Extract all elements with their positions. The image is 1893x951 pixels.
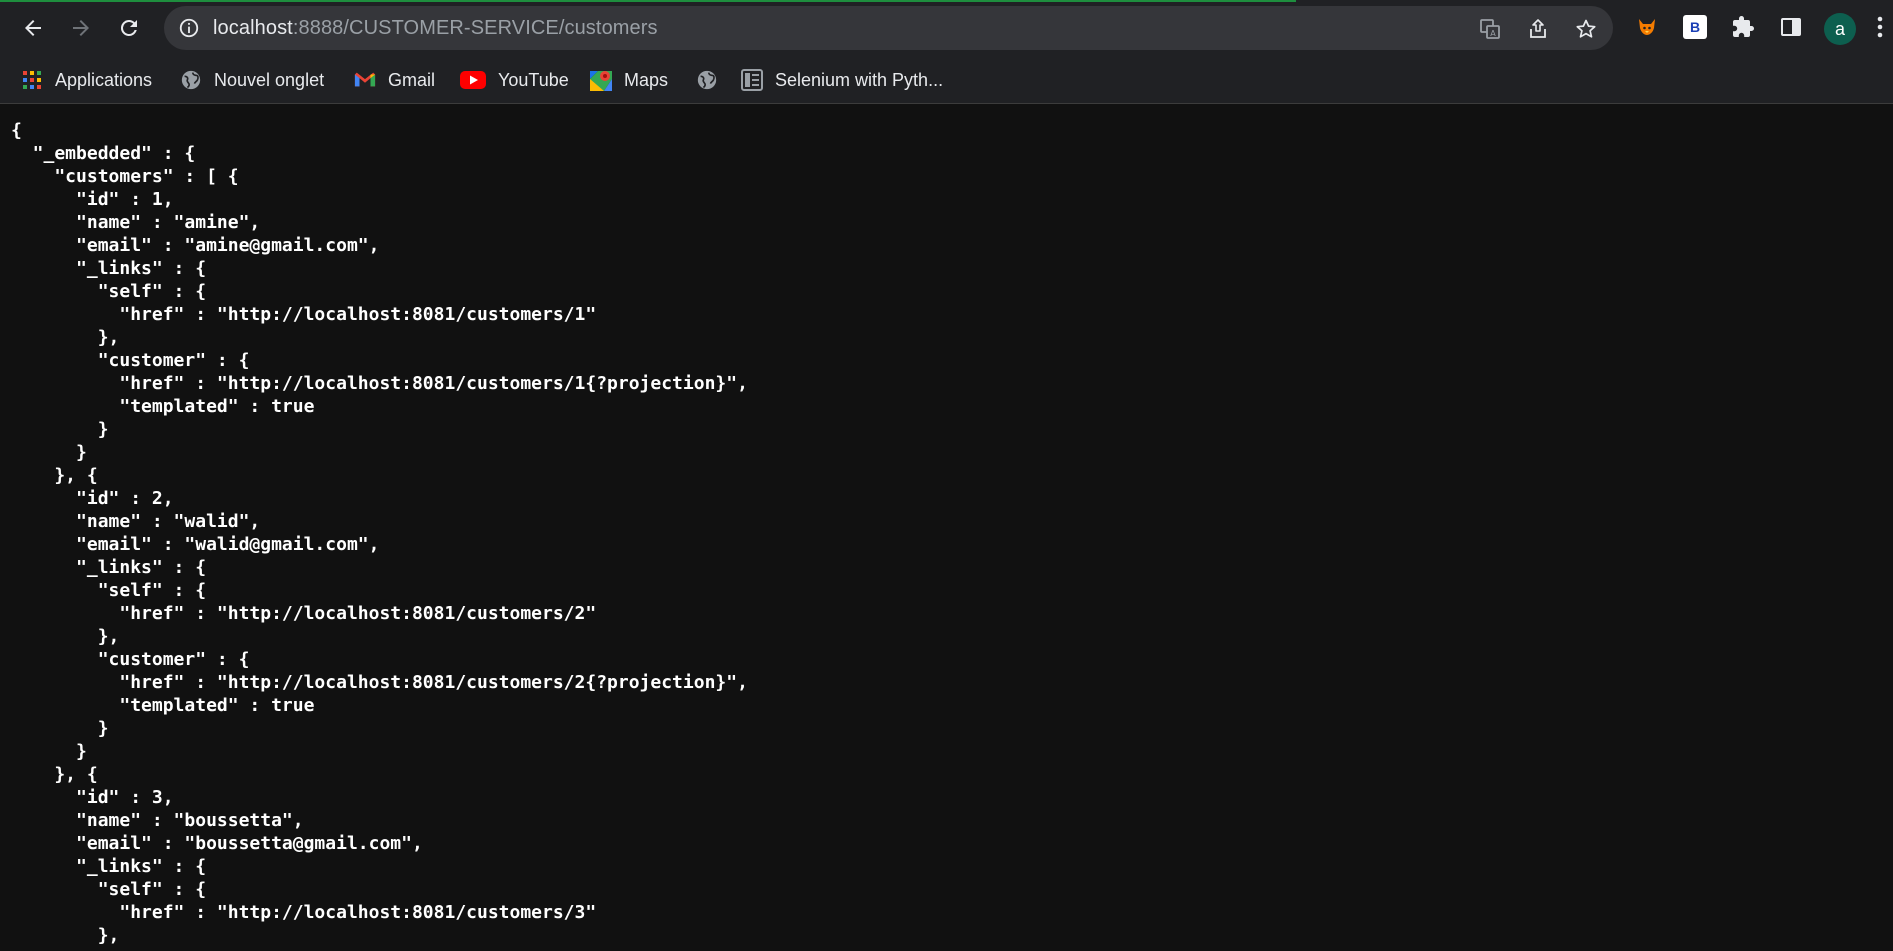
json-line: "email" : "boussetta@gmail.com", (11, 833, 423, 854)
json-line: }, (11, 925, 120, 946)
arrow-right-icon (73, 20, 89, 36)
bookmark-star-icon[interactable] (1572, 15, 1600, 43)
apps-grid-icon (21, 69, 43, 91)
json-line: } (11, 442, 87, 463)
globe-icon (696, 69, 718, 91)
json-line: "href" : "http://localhost:8081/customer… (11, 373, 748, 394)
json-line: "href" : "http://localhost:8081/customer… (11, 603, 597, 624)
json-line: "id" : 1, (11, 189, 174, 210)
b-extension-label: B (1683, 15, 1707, 39)
json-line: "_links" : { (11, 258, 207, 279)
bookmark-maps[interactable]: Maps (590, 65, 668, 95)
reload-button[interactable] (112, 9, 146, 47)
share-icon[interactable] (1524, 15, 1552, 43)
json-line: "id" : 2, (11, 488, 174, 509)
youtube-icon (460, 69, 486, 91)
json-line: } (11, 741, 87, 762)
address-bar[interactable]: localhost:8888/CUSTOMER-SERVICE/customer… (164, 6, 1613, 50)
url-text[interactable]: localhost:8888/CUSTOMER-SERVICE/customer… (213, 16, 658, 40)
b-extension-icon[interactable]: B (1680, 12, 1710, 42)
bookmark-youtube[interactable]: YouTube (460, 65, 569, 95)
menu-icon[interactable] (1870, 12, 1890, 42)
bookmark-gmail[interactable]: Gmail (354, 65, 435, 95)
json-line: "href" : "http://localhost:8081/customer… (11, 672, 748, 693)
json-line: "self" : { (11, 281, 207, 302)
gmail-icon (354, 69, 376, 91)
url-host: localhost (213, 17, 293, 39)
bookmark-selenium[interactable]: Selenium with Pyth... (741, 65, 943, 95)
reload-icon (120, 19, 137, 36)
json-line: "self" : { (11, 879, 207, 900)
json-line: "customer" : { (11, 649, 250, 670)
page-load-progress (0, 0, 1296, 2)
profile-avatar[interactable]: a (1824, 13, 1856, 45)
info-icon[interactable] (178, 17, 200, 39)
maps-icon (590, 69, 612, 91)
translate-icon[interactable]: A (1476, 15, 1504, 43)
svg-text:A: A (1490, 29, 1496, 38)
json-line: "href" : "http://localhost:8081/customer… (11, 902, 597, 923)
json-line: "name" : "boussetta", (11, 810, 304, 831)
json-line: "email" : "amine@gmail.com", (11, 235, 380, 256)
json-line: "_links" : { (11, 856, 207, 877)
bookmarks-bar: Applications Nouvel onglet Gmail YouTube… (0, 57, 1893, 104)
fox-extension-icon[interactable] (1632, 12, 1662, 42)
puzzle-icon[interactable] (1728, 12, 1758, 42)
arrow-left-icon (25, 20, 41, 36)
json-line: "id" : 3, (11, 787, 174, 808)
bookmark-label: Applications (55, 69, 153, 90)
json-line: "templated" : true (11, 695, 315, 716)
bookmark-label: YouTube (498, 69, 569, 90)
page-content: { "_embedded" : { "customers" : [ { "id"… (0, 104, 1893, 951)
json-line: } (11, 419, 109, 440)
json-line: }, (11, 327, 120, 348)
json-line: "name" : "walid", (11, 511, 261, 532)
globe-icon (180, 69, 202, 91)
json-line: "_embedded" : { (11, 143, 196, 164)
bookmark-applications[interactable]: Applications (21, 65, 152, 95)
json-line: }, { (11, 764, 98, 785)
json-line: "href" : "http://localhost:8081/customer… (11, 304, 597, 325)
json-line: "customer" : { (11, 350, 250, 371)
bookmark-label: Selenium with Pyth... (775, 69, 944, 90)
bookmark-nouvel-onglet[interactable]: Nouvel onglet (180, 65, 324, 95)
bookmark-label: Maps (624, 69, 669, 90)
json-line: "templated" : true (11, 396, 315, 417)
document-icon (741, 69, 763, 91)
json-line: "name" : "amine", (11, 212, 261, 233)
json-line: }, (11, 626, 120, 647)
json-line: }, { (11, 465, 98, 486)
json-response: { "_embedded" : { "customers" : [ { "id"… (11, 119, 748, 947)
url-path: :8888/CUSTOMER-SERVICE/customers (292, 17, 658, 39)
forward-button[interactable] (64, 9, 98, 47)
json-line: "self" : { (11, 580, 207, 601)
back-button[interactable] (16, 9, 50, 47)
json-line: "customers" : [ { (11, 166, 239, 187)
json-line: { (11, 120, 22, 141)
bookmark-label: Nouvel onglet (214, 69, 325, 90)
side-panel-icon[interactable] (1776, 12, 1806, 42)
browser-toolbar: localhost:8888/CUSTOMER-SERVICE/customer… (0, 0, 1893, 57)
json-line: "email" : "walid@gmail.com", (11, 534, 380, 555)
bookmark-label: Gmail (388, 69, 436, 90)
json-line: "_links" : { (11, 557, 207, 578)
json-line: } (11, 718, 109, 739)
bookmark-globe[interactable] (696, 65, 718, 95)
